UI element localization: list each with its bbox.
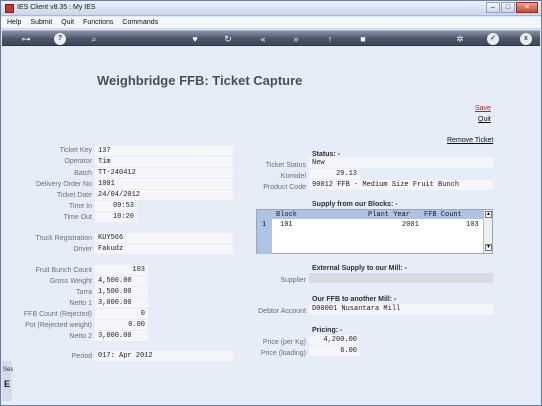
scroll-down-icon[interactable]: ▼ [485,244,492,251]
batch-label: Batch [74,170,92,177]
window-title: IES Client v8.35 : My IES [17,4,96,11]
netto-1-field: 3,000.00 [95,298,148,308]
ticket-key-field[interactable]: 137 [95,146,233,156]
scroll-up-icon[interactable]: ▲ [485,211,492,218]
price-loading-field[interactable]: 6.00 [309,346,360,356]
tarra-field[interactable]: 1,500.00 [95,287,148,297]
remove-ticket-link[interactable]: Remove Ticket [447,137,493,144]
operator-field[interactable]: Tim [95,157,233,167]
help-icon[interactable]: ? [54,33,66,45]
supplier-field[interactable] [309,273,493,283]
grid-cell-block[interactable]: 101 [280,221,293,229]
upload-icon[interactable]: ↑ [324,33,336,45]
grid-scrollbar[interactable]: ▲ ▼ [483,210,492,253]
product-code-label: Product Code [263,184,306,191]
fruit-bunch-count-field[interactable]: 103 [95,265,148,275]
ticket-date-field[interactable]: 24/04/2012 [95,190,233,200]
ticket-date-label: Ticket Date [56,192,92,199]
ticket-key-label: Ticket Key [59,147,92,154]
gross-weight-label: Gross Weight [49,278,92,285]
stop-icon[interactable]: ■ [357,33,369,45]
window-controls: – □ ✕ [486,2,538,13]
gross-weight-field[interactable]: 4,500.00 [95,276,148,286]
app-logo-icon [5,4,14,13]
price-per-kg-field[interactable]: 4,200.00 [309,335,360,345]
price-loading-label: Price (loading) [260,350,306,357]
grid-cell-plant-year[interactable]: 2001 [402,221,419,229]
netto-1-label: Netto 1 [69,300,92,307]
ticket-capture-form: Weighbridge FFB: Ticket Capture Save Qui… [2,47,540,405]
price-per-kg-label: Price (per Kg) [262,339,306,346]
time-in-field[interactable]: 09:53 [95,201,137,211]
blocks-grid[interactable]: Block Plant Year FFB Count 1 101 2001 10… [256,209,493,254]
app-window: IES Client v8.35 : My IES – □ ✕ Help Sub… [0,0,542,406]
grid-cell-ffb-count[interactable]: 103 [466,221,479,229]
netto-2-label: Netto 2 [69,333,92,340]
period-label: Period [71,353,92,360]
menu-submit[interactable]: Submit [30,19,52,26]
menu-bar: Help Submit Quit Functions Commands [1,17,541,29]
ok-icon[interactable]: ✓ [487,33,499,45]
delivery-order-no-field[interactable]: 1001 [95,179,233,189]
ffb-other-mill-section-title: Our FFB to another Mill: - [312,296,397,303]
period-field[interactable]: 017: Apr 2012 [95,351,233,361]
delivery-order-no-label: Delivery Order No [35,181,92,188]
blocks-section-title: Supply from our Blocks: - [312,201,398,208]
batch-field[interactable]: TT-240412 [95,168,233,178]
driver-field[interactable]: Fakudz [95,244,233,254]
truck-registration-field[interactable]: KUY566 [95,233,233,243]
product-code-field[interactable]: 90012 FFB - Medium Size Fruit Bunch [309,180,493,190]
page-title: Weighbridge FFB: Ticket Capture [97,73,303,88]
rewind-icon[interactable]: « [257,33,269,45]
close-icon[interactable]: x [520,33,532,45]
grid-header: Block Plant Year FFB Count [257,210,484,219]
settings-icon[interactable]: ✲ [454,33,466,45]
komidel-label: Komidel [280,173,306,180]
time-out-field[interactable]: 10:20 [95,212,137,222]
refresh-icon[interactable]: ↻ [222,33,234,45]
grid-col-ffb-count[interactable]: FFB Count [424,211,462,219]
pot-rejected-weight-field[interactable]: 0.00 [95,320,148,330]
netto-2-field: 3,000.00 [95,331,148,341]
grid-col-block[interactable]: Block [276,211,297,219]
search-icon[interactable]: ⌕ [88,33,100,45]
truck-registration-label: Truck Registration [35,235,92,242]
operator-label: Operator [64,158,92,165]
maximize-button[interactable]: □ [501,2,515,13]
key-icon[interactable]: ⊶ [18,33,34,45]
ffb-count-rejected-field[interactable]: 0 [95,309,148,319]
grid-col-plant-year[interactable]: Plant Year [368,211,410,219]
menu-help[interactable]: Help [7,19,21,26]
toolbar: ⊶ ? ⌕ ♥ ↻ « » ↑ ■ ✲ ✓ x [2,30,540,46]
menu-commands[interactable]: Commands [122,19,158,26]
status-section-title: Status: - [312,151,340,158]
ticket-status-label: Ticket Status [265,162,306,169]
save-link[interactable]: Save [475,105,491,112]
side-panel-letter: E [4,379,11,389]
fast-forward-icon[interactable]: » [290,33,302,45]
title-bar: IES Client v8.35 : My IES – □ ✕ [1,1,541,16]
ticket-status-field: New [309,158,493,168]
minimize-button[interactable]: – [486,2,500,13]
side-panel-text: Ses [3,367,14,373]
quit-link[interactable]: Quit [478,116,491,123]
external-supply-section-title: External Supply to our Mill: - [312,265,407,272]
menu-quit[interactable]: Quit [61,19,74,26]
time-in-label: Time In [68,203,92,210]
pot-rejected-weight-label: Pot (Rejected weight) [25,322,92,329]
supplier-label: Supplier [280,277,306,284]
debtor-account-label: Debtor Account [258,308,306,315]
tarra-label: Tarra [76,289,92,296]
fruit-bunch-count-label: Fruit Bunch Count [35,267,92,274]
pricing-section-title: Pricing: - [312,327,343,334]
heart-icon[interactable]: ♥ [189,33,201,45]
ffb-count-rejected-label: FFB Count (Rejected) [23,311,92,318]
menu-functions[interactable]: Functions [83,19,113,26]
komidel-field[interactable]: 29.13 [309,169,360,179]
driver-label: Driver [73,246,92,253]
debtor-account-field[interactable]: D00001 Nusantara Mill [309,304,493,314]
grid-row-number: 1 [262,221,267,229]
time-out-label: Time Out [63,214,92,221]
window-close-button[interactable]: ✕ [516,2,538,13]
